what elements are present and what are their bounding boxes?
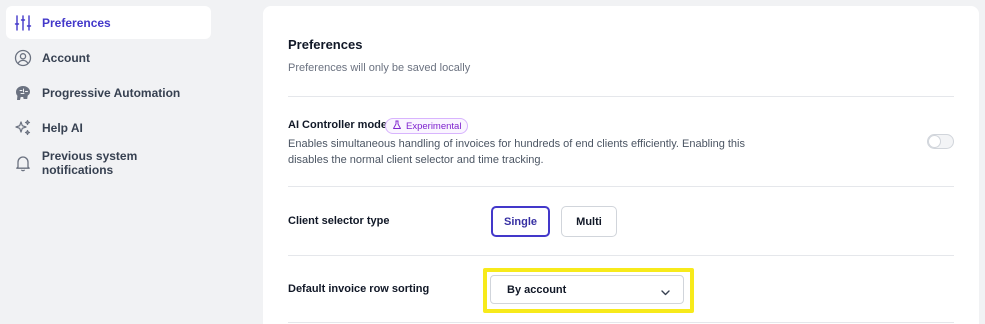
divider — [288, 96, 954, 97]
bell-icon — [13, 153, 33, 173]
sidebar-item-label: Progressive Automation — [42, 85, 181, 100]
sidebar-item-account[interactable]: Account — [6, 41, 211, 74]
sidebar-item-label: Account — [42, 50, 90, 65]
sidebar-item-label: Previous system notifications — [41, 148, 138, 177]
invoice-row-sorting-label: Default invoice row sorting — [288, 283, 430, 295]
invoice-row-sorting-select[interactable]: By account — [490, 275, 684, 304]
toggle-knob — [929, 136, 940, 147]
sidebar: Preferences Account Progressive Automati… — [0, 0, 222, 324]
divider — [288, 186, 954, 187]
flask-icon — [392, 120, 402, 133]
divider — [288, 322, 954, 323]
client-selector-type-label: Client selector type — [288, 215, 390, 227]
user-circle-icon — [13, 48, 33, 68]
sidebar-item-progressive-automation[interactable]: Progressive Automation — [6, 76, 211, 109]
ai-controller-mode-label: AI Controller mode — [288, 119, 388, 131]
multi-option-button[interactable]: Multi — [561, 206, 617, 237]
chevron-down-icon — [660, 285, 671, 303]
ai-controller-mode-description: Enables simultaneous handling of invoice… — [288, 138, 745, 166]
sliders-icon — [13, 13, 33, 33]
sidebar-item-preferences[interactable]: Preferences — [6, 6, 211, 39]
single-option-button[interactable]: Single — [491, 206, 550, 237]
sidebar-item-help-ai[interactable]: Help AI — [6, 111, 211, 144]
preferences-panel: Preferences Preferences will only be sav… — [263, 6, 979, 324]
section-subtitle: Preferences will only be saved locally — [288, 62, 471, 74]
sparkles-icon — [13, 118, 33, 138]
sidebar-item-label: Preferences — [42, 15, 111, 30]
divider — [288, 255, 954, 256]
brain-icon — [13, 83, 33, 103]
select-value: By account — [507, 283, 567, 296]
experimental-badge: Experimental — [385, 118, 469, 134]
badge-label: Experimental — [406, 120, 462, 132]
sidebar-item-previous-notifications[interactable]: Previous system notifications — [6, 146, 211, 179]
sidebar-item-label: Help AI — [42, 120, 83, 135]
ai-controller-mode-toggle[interactable] — [927, 134, 954, 149]
section-title: Preferences — [288, 37, 363, 52]
